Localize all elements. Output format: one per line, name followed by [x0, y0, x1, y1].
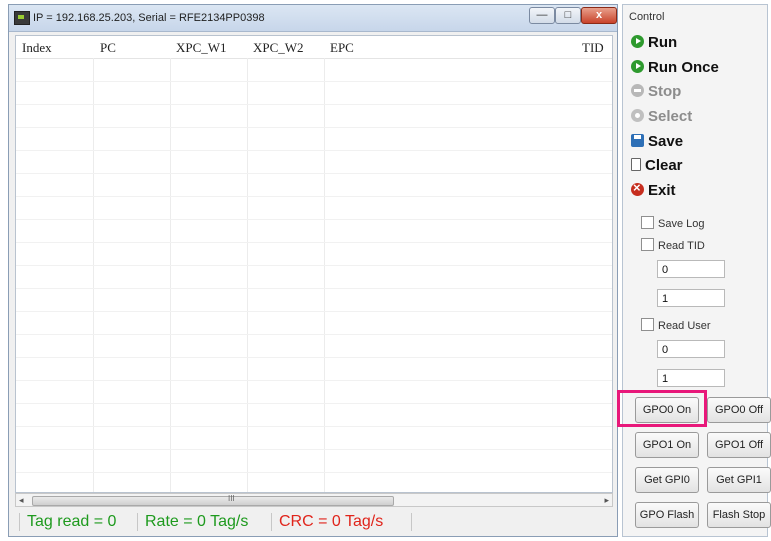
status-separator: [19, 513, 20, 531]
exit-label: Exit: [648, 182, 676, 199]
read-tid-start-input[interactable]: 0: [657, 260, 725, 278]
status-separator: [411, 513, 412, 531]
empty-row-line: [16, 196, 612, 197]
gpo-flash-button[interactable]: GPO Flash: [635, 502, 699, 528]
crc-status: CRC = 0 Tag/s: [279, 513, 384, 530]
column-header-tid[interactable]: TID: [582, 40, 604, 56]
floppy-disk-icon: [631, 134, 644, 147]
main-window: IP = 192.168.25.203, Serial = RFE2134PP0…: [8, 4, 618, 537]
empty-row-line: [16, 380, 612, 381]
stop-label: Stop: [648, 83, 682, 100]
empty-row-line: [16, 150, 612, 151]
checkbox-box[interactable]: [641, 318, 654, 331]
play-icon: [631, 60, 644, 73]
horizontal-scrollbar[interactable]: ◂ III ▸: [15, 493, 613, 507]
status-bar: Tag read = 0 Rate = 0 Tag/s CRC = 0 Tag/…: [15, 510, 613, 534]
run-label: Run: [648, 34, 678, 51]
save-log-checkbox[interactable]: Save Log: [641, 216, 704, 230]
empty-row-line: [16, 357, 612, 358]
status-separator: [137, 513, 138, 531]
read-user-length-input[interactable]: 1: [657, 369, 725, 387]
read-user-label: Read User: [658, 320, 711, 332]
column-header-pc[interactable]: PC: [100, 40, 116, 56]
column-header-xpc-w1[interactable]: XPC_W1: [176, 40, 227, 56]
control-panel-title: Control: [629, 11, 665, 23]
get-gpi0-button[interactable]: Get GPI0: [635, 467, 699, 493]
run-once-button[interactable]: Run Once: [631, 59, 719, 76]
gpo1-on-button[interactable]: GPO1 On: [635, 432, 699, 458]
scroll-right-icon[interactable]: ▸: [604, 495, 609, 506]
title-bar: IP = 192.168.25.203, Serial = RFE2134PP0…: [9, 5, 617, 32]
empty-row-line: [16, 104, 612, 105]
status-separator: [271, 513, 272, 531]
scroll-grip-icon: III: [228, 494, 235, 503]
scroll-thumb[interactable]: III: [32, 494, 394, 506]
maximize-button[interactable]: □: [555, 7, 581, 24]
column-header-xpc-w2[interactable]: XPC_W2: [253, 40, 304, 56]
stop-button[interactable]: Stop: [631, 83, 681, 100]
scroll-left-icon[interactable]: ◂: [19, 495, 24, 506]
empty-row-line: [16, 426, 612, 427]
close-button[interactable]: x: [581, 7, 617, 24]
table-header: Index PC XPC_W1 XPC_W2 EPC TID: [16, 36, 612, 59]
empty-row-line: [16, 81, 612, 82]
read-tid-label: Read TID: [658, 240, 705, 252]
run-once-label: Run Once: [648, 59, 719, 76]
save-log-label: Save Log: [658, 218, 705, 230]
flash-stop-button[interactable]: Flash Stop: [707, 502, 771, 528]
gpo1-off-button[interactable]: GPO1 Off: [707, 432, 771, 458]
save-button[interactable]: Save: [631, 133, 683, 150]
tag-table[interactable]: Index PC XPC_W1 XPC_W2 EPC TID: [15, 35, 613, 493]
control-panel: Control Run Run Once Stop Select Save Cl…: [622, 4, 771, 537]
read-tid-length-input[interactable]: 1: [657, 289, 725, 307]
get-gpi1-button[interactable]: Get GPI1: [707, 467, 771, 493]
empty-row-line: [16, 219, 612, 220]
gpo0-on-highlight-box: [617, 390, 707, 427]
window-title: IP = 192.168.25.203, Serial = RFE2134PP0…: [33, 12, 265, 24]
empty-row-line: [16, 288, 612, 289]
empty-row-line: [16, 311, 612, 312]
empty-row-line: [16, 127, 612, 128]
checkbox-box[interactable]: [641, 238, 654, 251]
gpo0-off-button[interactable]: GPO0 Off: [707, 397, 771, 423]
save-label: Save: [648, 133, 684, 150]
read-user-start-input[interactable]: 0: [657, 340, 725, 358]
exit-button[interactable]: Exit: [631, 180, 676, 199]
tag-read-status: Tag read = 0: [27, 513, 117, 530]
minimize-button[interactable]: —: [529, 7, 555, 24]
empty-row-line: [16, 173, 612, 174]
select-button[interactable]: Select: [631, 108, 692, 125]
empty-row-line: [16, 242, 612, 243]
select-icon: [631, 109, 644, 122]
rate-status: Rate = 0 Tag/s: [145, 513, 249, 530]
read-tid-checkbox[interactable]: Read TID: [641, 238, 705, 252]
select-label: Select: [648, 108, 693, 125]
empty-row-line: [16, 472, 612, 473]
blank-page-icon: [631, 158, 641, 171]
close-circle-icon: [631, 180, 644, 196]
clear-label: Clear: [645, 157, 683, 174]
empty-row-line: [16, 449, 612, 450]
read-user-checkbox[interactable]: Read User: [641, 318, 711, 332]
checkbox-box[interactable]: [641, 216, 654, 229]
play-icon: [631, 35, 644, 48]
column-header-epc[interactable]: EPC: [330, 40, 354, 56]
stop-icon: [631, 84, 644, 97]
column-header-index[interactable]: Index: [22, 40, 52, 56]
empty-row-line: [16, 403, 612, 404]
clear-button[interactable]: Clear: [631, 157, 683, 174]
empty-row-line: [16, 334, 612, 335]
app-icon: [14, 11, 30, 25]
empty-row-line: [16, 265, 612, 266]
run-button[interactable]: Run: [631, 34, 677, 51]
